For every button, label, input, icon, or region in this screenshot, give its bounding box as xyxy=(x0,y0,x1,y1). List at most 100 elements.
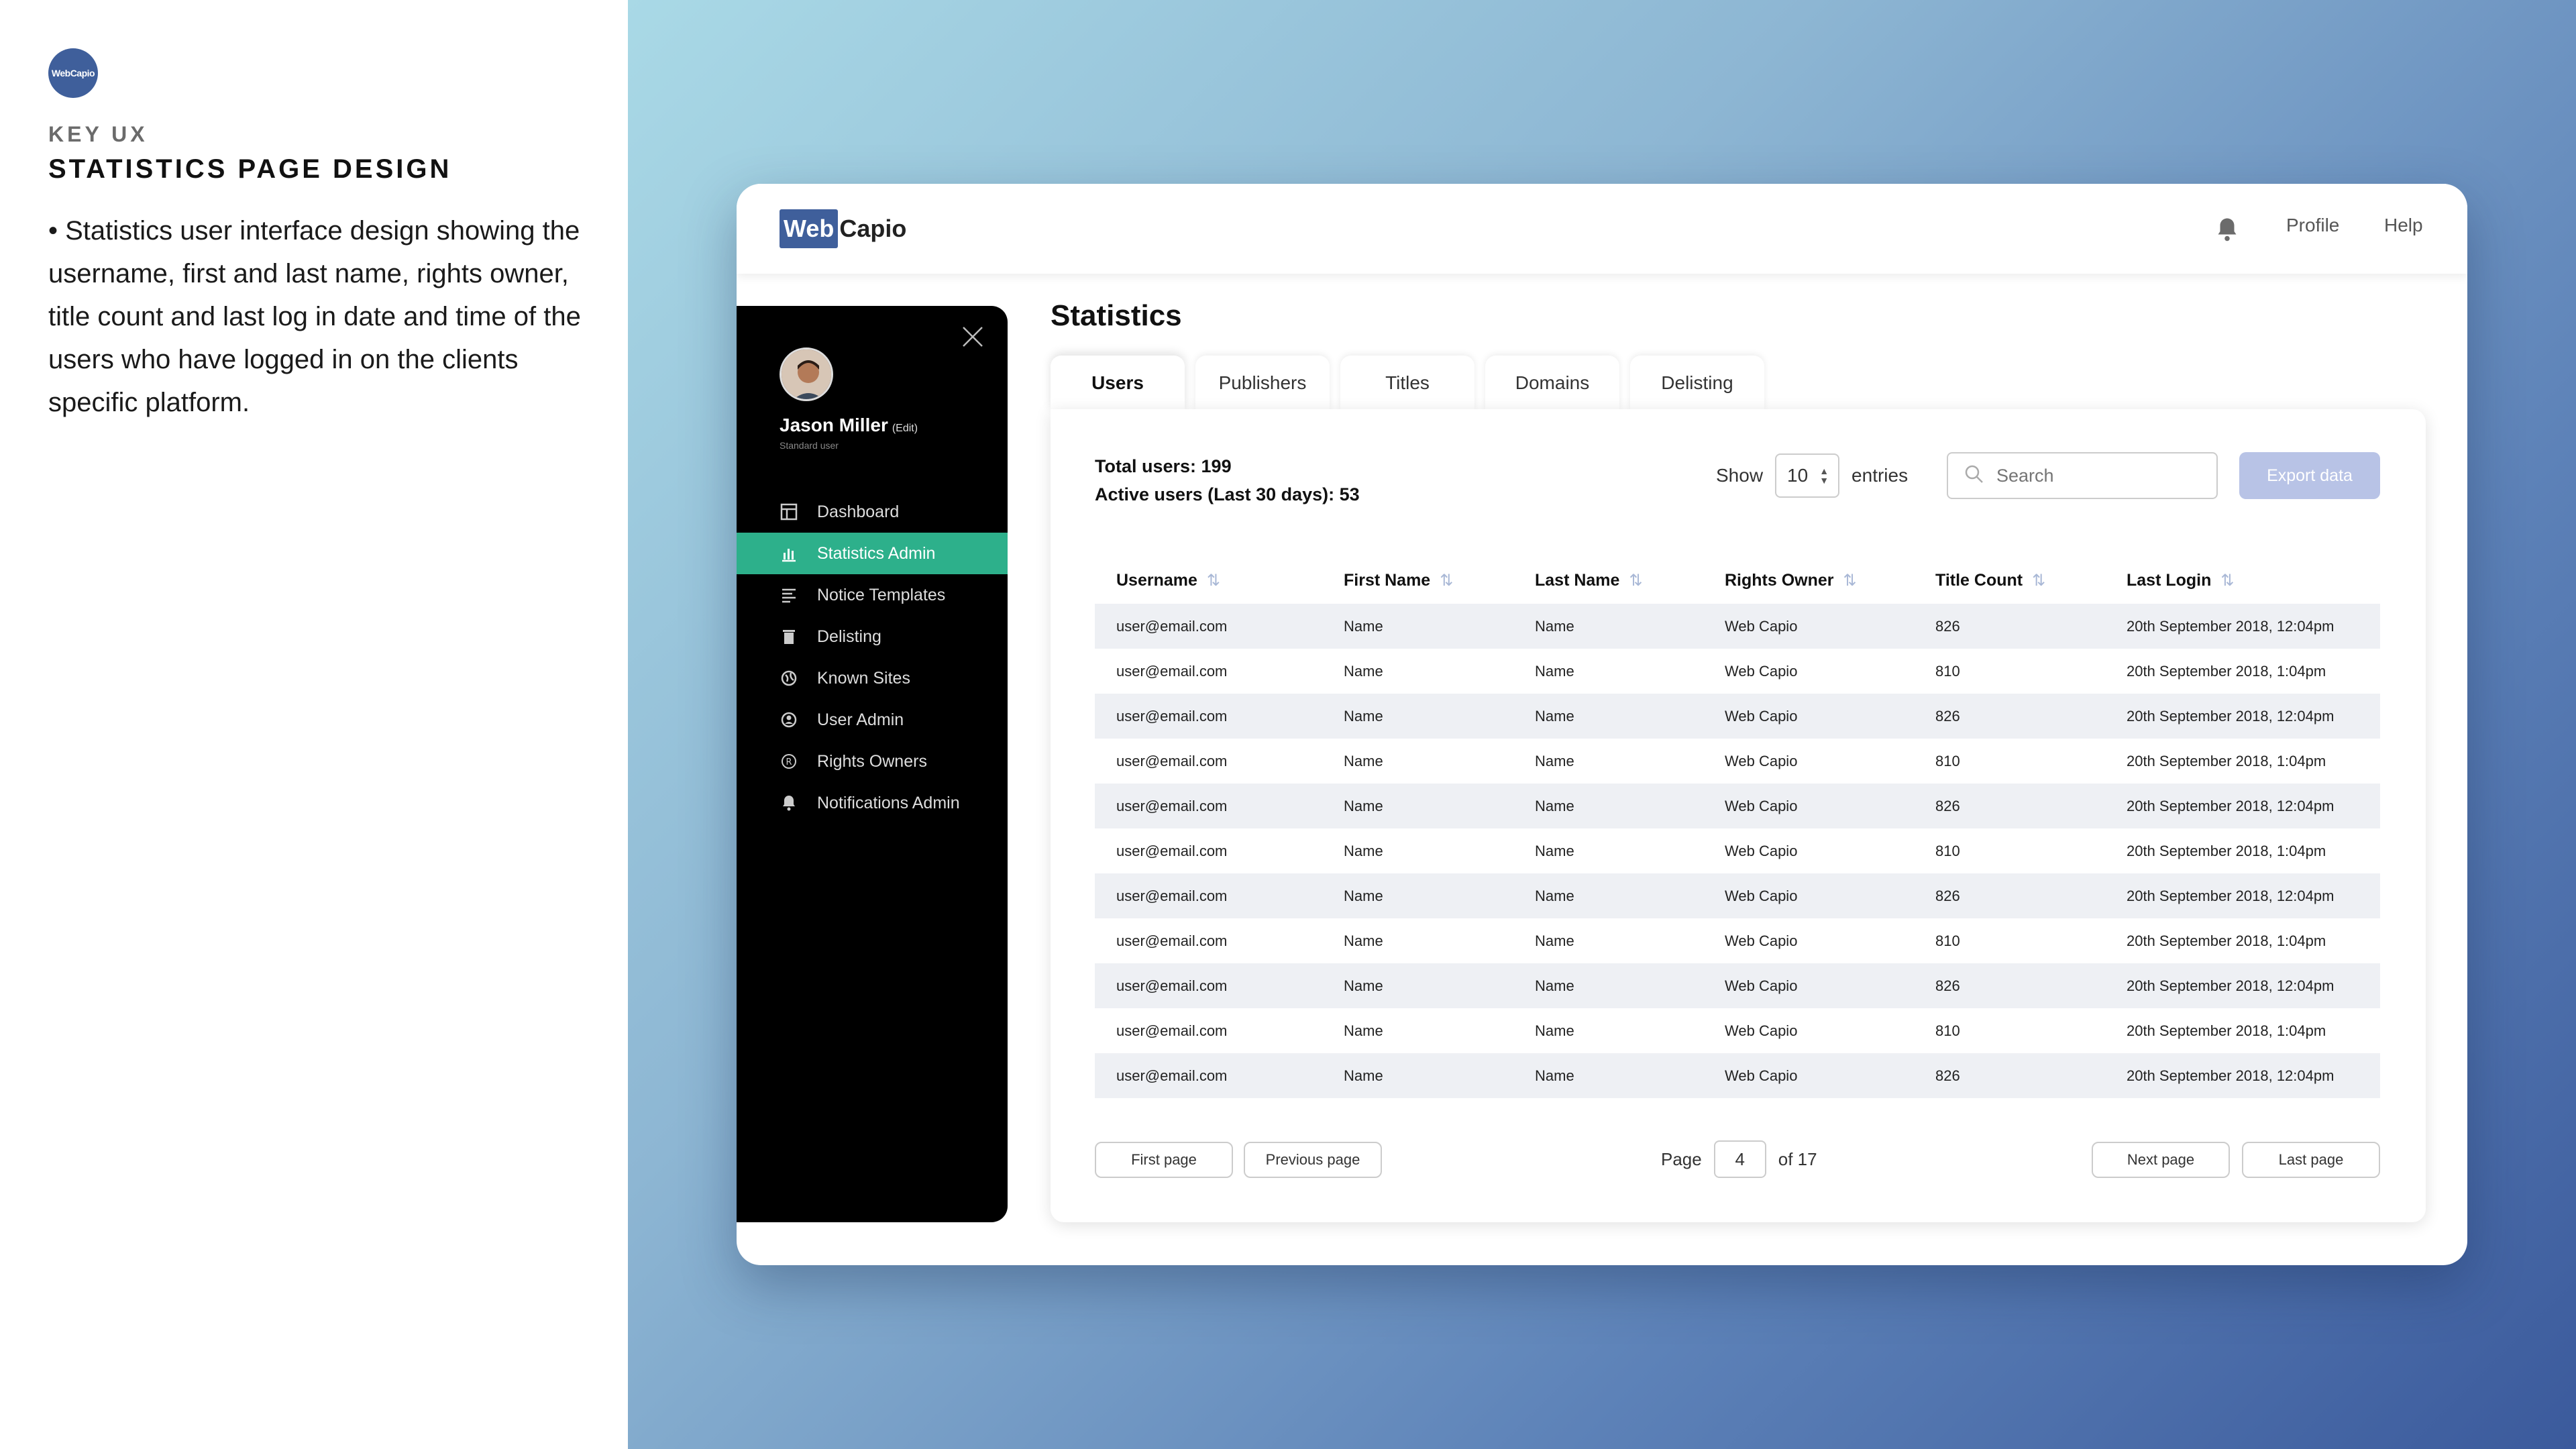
tab-delisting[interactable]: Delisting xyxy=(1630,356,1764,411)
sort-icon[interactable]: ⇅ xyxy=(2220,572,2234,590)
sidebar-nav: Dashboard Statistics Admin Notice Templa… xyxy=(737,491,1008,824)
page-total: of 17 xyxy=(1778,1148,1817,1169)
cell-last-name: Name xyxy=(1535,752,1574,769)
table-row[interactable]: user@email.com Name Name Web Capio 826 20th S… xyxy=(1095,694,2380,739)
lines-icon xyxy=(780,586,798,604)
table-row[interactable]: user@email.com Name Name Web Capio 810 20th S… xyxy=(1095,649,2380,694)
tab-domains[interactable]: Domains xyxy=(1485,356,1619,411)
top-bar: Web Capio Profile Help xyxy=(737,184,2467,274)
sort-icon[interactable]: ⇅ xyxy=(2032,572,2045,590)
export-data-button[interactable]: Export data xyxy=(2239,452,2380,499)
cell-first-name: Name xyxy=(1344,842,1383,859)
sort-icon[interactable]: ⇅ xyxy=(1207,572,1220,590)
registered-icon: R xyxy=(780,752,798,771)
table-row[interactable]: user@email.com Name Name Web Capio 826 20th S… xyxy=(1095,873,2380,918)
cell-first-name: Name xyxy=(1344,977,1383,994)
sidebar-item-notice-templates[interactable]: Notice Templates xyxy=(737,574,1008,616)
cell-last-login: 20th September 2018, 12:04pm xyxy=(2127,707,2334,724)
column-last-login[interactable]: Last Login ⇅ xyxy=(2127,571,2380,590)
table-row[interactable]: user@email.com Name Name Web Capio 810 20th S… xyxy=(1095,918,2380,963)
entries-stepper[interactable]: 10 ▲ ▼ xyxy=(1775,453,1840,498)
column-first-name[interactable]: First Name ⇅ xyxy=(1344,571,1535,590)
cell-rights-owner: Web Capio xyxy=(1725,1022,1798,1039)
sort-icon[interactable]: ⇅ xyxy=(1843,572,1857,590)
table-row[interactable]: user@email.com Name Name Web Capio 826 20th S… xyxy=(1095,963,2380,1008)
cell-last-name: Name xyxy=(1535,887,1574,904)
cell-last-name: Name xyxy=(1535,1022,1574,1039)
cell-first-name: Name xyxy=(1344,1022,1383,1039)
cell-first-name: Name xyxy=(1344,1067,1383,1084)
help-link[interactable]: Help xyxy=(2384,215,2423,236)
sort-icon[interactable]: ⇅ xyxy=(1629,572,1642,590)
column-last-name[interactable]: Last Name ⇅ xyxy=(1535,571,1725,590)
page-label: Page xyxy=(1661,1148,1702,1169)
tab-users[interactable]: Users xyxy=(1051,356,1185,411)
previous-page-button[interactable]: Previous page xyxy=(1244,1142,1382,1178)
brand-logo[interactable]: Web Capio xyxy=(780,208,906,250)
cell-username: user@email.com xyxy=(1116,752,1228,769)
edit-profile-link[interactable]: (Edit) xyxy=(892,423,918,434)
cell-rights-owner: Web Capio xyxy=(1725,887,1798,904)
column-username[interactable]: Username ⇅ xyxy=(1095,571,1344,590)
brand-capio: Capio xyxy=(839,215,907,242)
table-row[interactable]: user@email.com Name Name Web Capio 826 20th S… xyxy=(1095,1053,2380,1098)
page-title: Statistics xyxy=(1051,299,1182,332)
cell-last-name: Name xyxy=(1535,797,1574,814)
cell-rights-owner: Web Capio xyxy=(1725,662,1798,680)
cell-username: user@email.com xyxy=(1116,932,1228,949)
table-row[interactable]: user@email.com Name Name Web Capio 810 20th S… xyxy=(1095,1008,2380,1053)
cell-last-login: 20th September 2018, 12:04pm xyxy=(2127,887,2334,904)
close-icon[interactable] xyxy=(961,325,985,349)
webcapio-logo: WebCapio xyxy=(48,48,98,98)
column-rights-owner[interactable]: Rights Owner ⇅ xyxy=(1725,571,1935,590)
cell-last-login: 20th September 2018, 12:04pm xyxy=(2127,797,2334,814)
cell-last-name: Name xyxy=(1535,977,1574,994)
table-row[interactable]: user@email.com Name Name Web Capio 826 20th S… xyxy=(1095,784,2380,828)
cell-last-name: Name xyxy=(1535,707,1574,724)
cell-username: user@email.com xyxy=(1116,707,1228,724)
cell-title-count: 810 xyxy=(1935,662,1960,680)
info-description: • Statistics user interface design showi… xyxy=(48,216,581,417)
svg-text:R: R xyxy=(786,757,792,767)
cell-title-count: 810 xyxy=(1935,842,1960,859)
bell-icon[interactable] xyxy=(2215,216,2239,243)
column-title-count[interactable]: Title Count ⇅ xyxy=(1935,571,2127,590)
cell-title-count: 826 xyxy=(1935,977,1960,994)
cell-last-login: 20th September 2018, 1:04pm xyxy=(2127,752,2326,769)
table-row[interactable]: user@email.com Name Name Web Capio 810 20th S… xyxy=(1095,739,2380,784)
sidebar-item-dashboard[interactable]: Dashboard xyxy=(737,491,1008,533)
page-number-input[interactable]: 4 xyxy=(1713,1140,1766,1178)
cell-title-count: 826 xyxy=(1935,887,1960,904)
show-label: Show xyxy=(1716,465,1764,486)
sort-icon[interactable]: ⇅ xyxy=(1440,572,1453,590)
cell-last-login: 20th September 2018, 12:04pm xyxy=(2127,617,2334,635)
sidebar-item-rights-owners[interactable]: R Rights Owners xyxy=(737,741,1008,782)
kicker-label: KEY UX xyxy=(48,122,148,146)
cell-title-count: 810 xyxy=(1935,1022,1960,1039)
tab-publishers[interactable]: Publishers xyxy=(1195,356,1330,411)
cell-username: user@email.com xyxy=(1116,1067,1228,1084)
cell-rights-owner: Web Capio xyxy=(1725,752,1798,769)
sidebar-item-user-admin[interactable]: User Admin xyxy=(737,699,1008,741)
statistics-card: Total users: 199 Active users (Last 30 d… xyxy=(1051,409,2426,1222)
sidebar-item-statistics-admin[interactable]: Statistics Admin xyxy=(737,533,1008,574)
last-page-button[interactable]: Last page xyxy=(2242,1142,2380,1178)
avatar xyxy=(780,347,833,401)
first-page-button[interactable]: First page xyxy=(1095,1142,1233,1178)
cell-first-name: Name xyxy=(1344,707,1383,724)
cell-rights-owner: Web Capio xyxy=(1725,1067,1798,1084)
sidebar: Jason Miller (Edit) Standard user Dashboa… xyxy=(737,306,1008,1222)
cell-title-count: 826 xyxy=(1935,1067,1960,1084)
cell-rights-owner: Web Capio xyxy=(1725,977,1798,994)
table-row[interactable]: user@email.com Name Name Web Capio 810 20th S… xyxy=(1095,828,2380,873)
search-input[interactable] xyxy=(1996,465,2198,486)
sidebar-item-known-sites[interactable]: Known Sites xyxy=(737,657,1008,699)
profile-link[interactable]: Profile xyxy=(2286,215,2339,236)
table-row[interactable]: user@email.com Name Name Web Capio 826 20th S… xyxy=(1095,604,2380,649)
spinner-icon[interactable]: ▲ ▼ xyxy=(1819,466,1829,485)
next-page-button[interactable]: Next page xyxy=(2092,1142,2230,1178)
sidebar-item-delisting[interactable]: Delisting xyxy=(737,616,1008,657)
tab-titles[interactable]: Titles xyxy=(1340,356,1474,411)
sidebar-item-notifications-admin[interactable]: Notifications Admin xyxy=(737,782,1008,824)
cell-last-name: Name xyxy=(1535,662,1574,680)
